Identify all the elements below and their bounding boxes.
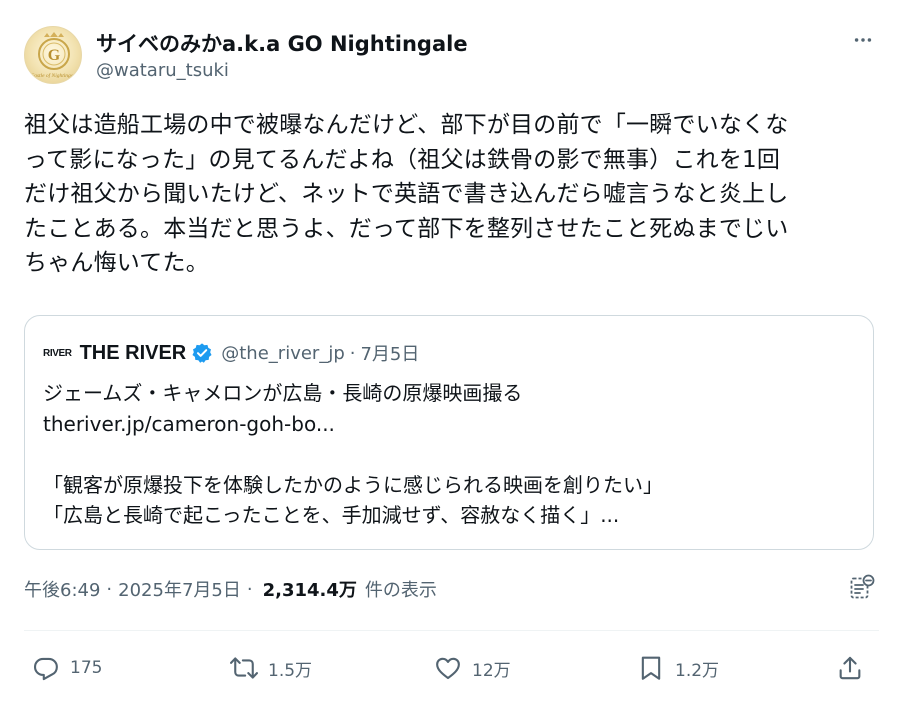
quoted-author-logo: RIVER	[43, 347, 72, 359]
tweet-action-bar: 175 1.5万 12万 1.2万	[24, 648, 879, 688]
like-count: 12万	[472, 660, 511, 681]
retweet-count: 1.5万	[268, 660, 313, 681]
tweet-date[interactable]: 2025年7月5日	[118, 576, 241, 602]
tweet-text: 祖父は造船工場の中で被曝なんだけど、部下が目の前で「一瞬でいなくな って影になっ…	[24, 112, 789, 276]
author-handle[interactable]: @wataru_tsuki	[96, 60, 229, 81]
share-icon	[839, 656, 861, 680]
quoted-meta-separator: ·	[349, 342, 356, 364]
bookmark-icon	[641, 656, 661, 680]
quoted-author-handle[interactable]: @the_river_jp	[221, 343, 345, 364]
meta-separator: ·	[106, 578, 113, 600]
views-label: 件の表示	[364, 580, 437, 601]
actions-divider	[24, 630, 879, 631]
nightingale-logo-icon: G Castle of Nightingale	[30, 32, 78, 79]
like-button[interactable]: 12万	[434, 648, 511, 688]
bookmark-count: 1.2万	[675, 660, 720, 681]
retweet-icon	[230, 657, 258, 679]
tweet-meta-row: 午後6:49 · 2025年7月5日 · 2,314.4万 件の表示	[24, 574, 879, 604]
svg-text:Castle of Nightingale: Castle of Nightingale	[30, 72, 78, 79]
svg-text:G: G	[48, 47, 61, 64]
quoted-tweet-text: ジェームズ・キャメロンが広島・長崎の原爆映画撮る theriver.jp/cam…	[43, 381, 663, 527]
heart-icon	[436, 657, 460, 680]
quoted-tweet-header: RIVER THE RIVER @the_river_jp · 7月5日	[43, 338, 419, 368]
post-analytics-icon[interactable]	[847, 574, 875, 602]
share-button[interactable]	[836, 648, 864, 688]
bookmark-button[interactable]: 1.2万	[637, 648, 719, 688]
more-icon	[854, 38, 872, 42]
more-options-button[interactable]	[849, 26, 877, 54]
verified-badge-icon	[192, 343, 212, 363]
reply-icon	[33, 657, 58, 681]
meta-separator-2: ·	[246, 578, 253, 600]
quoted-author-name[interactable]: THE RIVER	[80, 342, 187, 365]
quoted-tweet-date[interactable]: 7月5日	[360, 340, 419, 366]
author-avatar[interactable]: G Castle of Nightingale	[24, 26, 82, 84]
retweet-button[interactable]: 1.5万	[230, 648, 312, 688]
reply-count: 175	[70, 658, 103, 678]
quoted-tweet-card[interactable]: RIVER THE RIVER @the_river_jp · 7月5日 ジェー…	[24, 315, 874, 550]
views-count: 2,314.4万	[262, 580, 357, 601]
tweet-time[interactable]: 午後6:49	[24, 576, 100, 602]
author-display-name[interactable]: サイベのみかa.k.a GO Nightingale	[96, 28, 468, 58]
reply-button[interactable]: 175	[32, 648, 102, 688]
tweet-header: G Castle of Nightingale サイベのみかa.k.a GO N…	[24, 20, 879, 90]
